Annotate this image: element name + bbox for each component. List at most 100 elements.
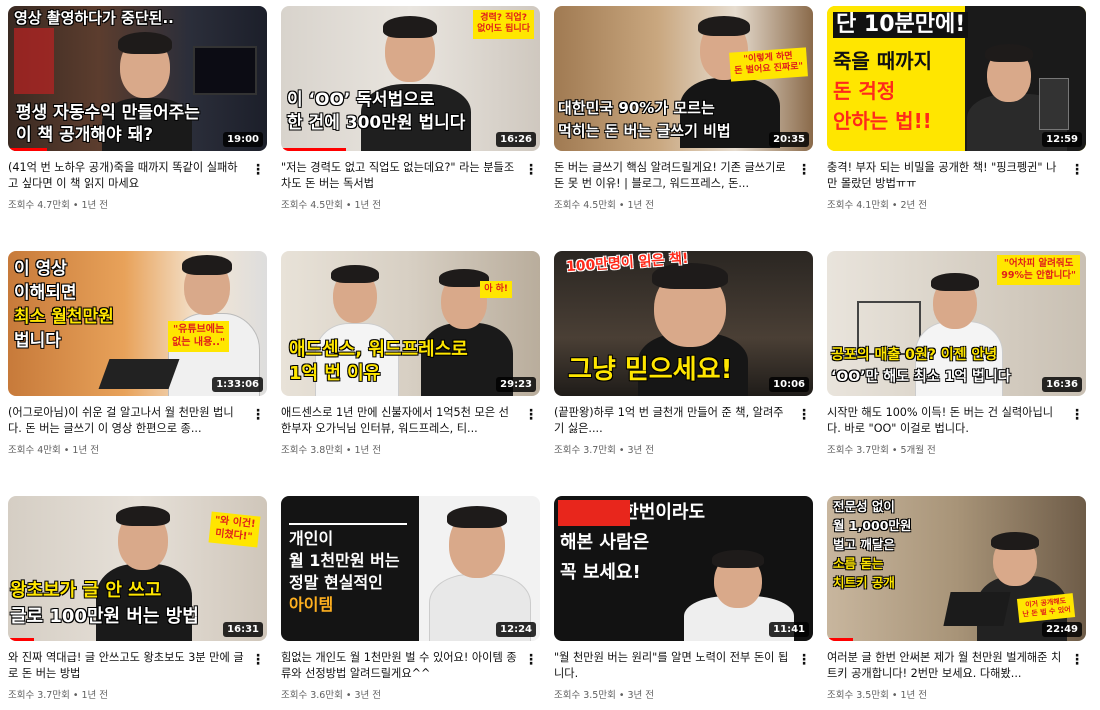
thumb-headline: 죽을 때까지 — [833, 49, 932, 73]
video-stats: 조회수 3.8만회 • 1년 전 — [281, 445, 382, 456]
duration-badge: 10:06 — [769, 377, 809, 392]
video-thumbnail[interactable]: 100만명이 읽은 책! 그냥 믿으세요! 10:06 — [554, 251, 813, 396]
video-thumbnail[interactable]: 이 영상 이해되면 최소 월천만원 법니다 "유튜브에는 없는 내용.." 1:… — [8, 251, 267, 396]
more-options-icon[interactable]: ⋮ — [524, 160, 538, 180]
watch-progress-bar — [8, 148, 47, 151]
video-thumbnail[interactable]: 개인이 월 1천만원 버는 정말 현실적인 아이템 12:24 — [281, 496, 540, 641]
video-stats: 조회수 4만회 • 1년 전 — [8, 445, 99, 456]
callout-badge: "이렇게 하면 돈 벌어요 진짜로" — [729, 47, 808, 82]
thumb-headline: 해본 사람은 — [560, 532, 650, 553]
video-title[interactable]: 힘없는 개인도 월 1천만원 벌 수 있어요! 아이템 종류와 선정방법 알려드… — [281, 650, 518, 682]
thumb-headline: 법니다 — [14, 331, 61, 351]
video-stats: 조회수 3.5만회 • 1년 전 — [827, 690, 928, 701]
thumb-headline: 단 10분만에! — [833, 12, 969, 38]
more-options-icon[interactable]: ⋮ — [251, 650, 265, 670]
callout-badge: "유튜브에는 없는 내용.." — [168, 321, 230, 352]
video-thumbnail[interactable]: "어차피 알려줘도 99%는 안합니다" 공포의 매출 0원? 이젠 안녕 ‘O… — [827, 251, 1086, 396]
video-stats: 조회수 4.7만회 • 1년 전 — [8, 200, 109, 211]
more-options-icon[interactable]: ⋮ — [251, 405, 265, 425]
video-title[interactable]: 와 진짜 역대급! 글 안쓰고도 왕초보도 3분 만에 글로 돈 버는 방법 — [8, 650, 245, 682]
more-options-icon[interactable]: ⋮ — [1070, 160, 1084, 180]
more-options-icon[interactable]: ⋮ — [797, 160, 811, 180]
callout-badge: "어차피 알려줘도 99%는 안합니다" — [997, 255, 1080, 285]
laptop-image — [943, 592, 1011, 626]
thumb-headline: 이 영상 — [14, 259, 67, 279]
video-card[interactable]: 이 영상 이해되면 최소 월천만원 법니다 "유튜브에는 없는 내용.." 1:… — [8, 251, 267, 456]
video-title[interactable]: (어그로아님)이 쉬운 걸 알고나서 월 천만원 법니다. 돈 버는 글쓰기 이… — [8, 405, 245, 437]
video-stats: 조회수 3.7만회 • 3년 전 — [554, 445, 655, 456]
thumb-headline: 최소 월천만원 — [14, 307, 114, 327]
video-card[interactable]: 영상 촬영하다가 중단된.. 평생 자동수익 만들어주는 이 책 공개해야 돼?… — [8, 6, 267, 211]
video-card[interactable]: "이렇게 하면 돈 벌어요 진짜로" 대한민국 90%가 모르는 먹히는 돈 버… — [554, 6, 813, 211]
duration-badge: 1:33:06 — [212, 377, 263, 392]
thumb-headline: ‘OO’만 해도 최소 1억 법니다 — [831, 369, 1011, 385]
video-title[interactable]: (끝판왕)하루 1억 번 글천개 만들어 준 책, 알려주기 싫은.... — [554, 405, 791, 437]
video-thumbnail[interactable]: 영상 촬영하다가 중단된.. 평생 자동수익 만들어주는 이 책 공개해야 돼?… — [8, 6, 267, 151]
thumb-headline: 공포의 매출 0원? 이젠 안녕 — [831, 347, 998, 363]
duration-badge: 19:00 — [223, 132, 263, 147]
video-card[interactable]: 단 10분만에! 죽을 때까지 돈 걱정 안하는 법!! 12:59 충격! 부… — [827, 6, 1086, 211]
video-stats: 조회수 4.1만회 • 2년 전 — [827, 200, 928, 211]
video-card[interactable]: 경력? 직업? 없어도 됩니다 이 ‘OO’ 독서법으로 한 건에 300만원 … — [281, 6, 540, 211]
video-card[interactable]: "와 이건! 미쳤다!" 왕초보가 글 안 쓰고 글로 100만원 버는 방법 … — [8, 496, 267, 701]
video-title[interactable]: (41억 번 노하우 공개)죽을 때까지 똑같이 실패하고 싶다면 이 책 읽지… — [8, 160, 245, 192]
video-card[interactable]: 전문성 없이 월 1,000만원 벌고 깨달은 소름 돋는 치트키 공개 이거 … — [827, 496, 1086, 701]
more-options-icon[interactable]: ⋮ — [524, 405, 538, 425]
thumb-headline: 전문성 없이 — [833, 499, 895, 514]
duration-badge: 16:31 — [223, 622, 263, 637]
video-stats: 조회수 3.6만회 • 3년 전 — [281, 690, 382, 701]
video-thumbnail[interactable]: "이렇게 하면 돈 벌어요 진짜로" 대한민국 90%가 모르는 먹히는 돈 버… — [554, 6, 813, 151]
video-title[interactable]: "저는 경력도 없고 직업도 없는데요?" 라는 분들조차도 돈 버는 독서법 — [281, 160, 518, 192]
thumb-headline: 영상 촬영하다가 중단된.. — [14, 9, 174, 27]
more-options-icon[interactable]: ⋮ — [1070, 405, 1084, 425]
duration-badge: 11:41 — [769, 622, 809, 637]
duration-badge: 12:24 — [496, 622, 536, 637]
video-title[interactable]: "월 천만원 버는 원리"를 알면 노력이 전부 돈이 됩니다. — [554, 650, 791, 682]
thumb-headline: 글로 100만원 버는 방법 — [10, 606, 199, 627]
more-options-icon[interactable]: ⋮ — [797, 405, 811, 425]
video-title[interactable]: 여러분 글 한번 안써본 제가 월 천만원 벌게해준 치트키 공개합니다! 2번… — [827, 650, 1064, 682]
watch-progress-bar — [827, 638, 853, 641]
thumb-headline: 꼭 보세요! — [560, 562, 641, 583]
more-options-icon[interactable]: ⋮ — [1070, 650, 1084, 670]
video-thumbnail[interactable]: 경력? 직업? 없어도 됩니다 이 ‘OO’ 독서법으로 한 건에 300만원 … — [281, 6, 540, 151]
video-title[interactable]: 시작만 해도 100% 이득! 돈 버는 건 실력아닙니다. 바로 "OO" 이… — [827, 405, 1064, 437]
thumb-headline: 벌고 깨달은 — [833, 537, 895, 552]
video-stats: 조회수 4.5만회 • 1년 전 — [281, 200, 382, 211]
thumb-headline: 정말 현실적인 — [289, 573, 383, 592]
video-card[interactable]: "어차피 알려줘도 99%는 안합니다" 공포의 매출 0원? 이젠 안녕 ‘O… — [827, 251, 1086, 456]
video-thumbnail[interactable]: 아 하! 애드센스, 워드프레스로 1억 번 이유 29:23 — [281, 251, 540, 396]
video-thumbnail[interactable]: 돈 걱정 한번이라도 해본 사람은 꼭 보세요! 11:41 — [554, 496, 813, 641]
watch-progress-bar — [8, 638, 34, 641]
thumb-headline: 개인이 — [289, 529, 334, 548]
video-thumbnail[interactable]: 단 10분만에! 죽을 때까지 돈 걱정 안하는 법!! 12:59 — [827, 6, 1086, 151]
video-card[interactable]: 돈 걱정 한번이라도 해본 사람은 꼭 보세요! 11:41 "월 천만원 버는… — [554, 496, 813, 701]
thumb-headline: 월 1천만원 버는 — [289, 551, 400, 570]
video-thumbnail[interactable]: "와 이건! 미쳤다!" 왕초보가 글 안 쓰고 글로 100만원 버는 방법 … — [8, 496, 267, 641]
video-card[interactable]: 100만명이 읽은 책! 그냥 믿으세요! 10:06 (끝판왕)하루 1억 번… — [554, 251, 813, 456]
thumb-headline: 안하는 법!! — [833, 109, 932, 133]
duration-badge: 29:23 — [496, 377, 536, 392]
thumb-headline: 월 1,000만원 — [833, 518, 912, 533]
video-stats: 조회수 3.7만회 • 5개월 전 — [827, 445, 936, 456]
thumb-headline: 이해되면 — [14, 283, 77, 303]
thumb-headline: 치트키 공개 — [833, 575, 895, 590]
duration-badge: 16:36 — [1042, 377, 1082, 392]
duration-badge: 16:26 — [496, 132, 536, 147]
video-title[interactable]: 애드센스로 1년 만에 신불자에서 1억5천 모은 선한부자 오가닉님 인터뷰,… — [281, 405, 518, 437]
video-card[interactable]: 아 하! 애드센스, 워드프레스로 1억 번 이유 29:23 애드센스로 1년… — [281, 251, 540, 456]
video-card[interactable]: 개인이 월 1천만원 버는 정말 현실적인 아이템 12:24 힘없는 개인도 … — [281, 496, 540, 701]
video-stats: 조회수 3.7만회 • 1년 전 — [8, 690, 109, 701]
watch-progress-bar — [281, 148, 346, 151]
thumb-headline: 돈 걱정 — [833, 79, 896, 103]
duration-badge: 20:35 — [769, 132, 809, 147]
more-options-icon[interactable]: ⋮ — [524, 650, 538, 670]
thumb-headline: 평생 자동수익 만들어주는 — [16, 103, 200, 123]
thumb-headline: 애드센스, 워드프레스로 — [289, 339, 468, 360]
more-options-icon[interactable]: ⋮ — [797, 650, 811, 670]
book-image — [1039, 78, 1069, 130]
more-options-icon[interactable]: ⋮ — [251, 160, 265, 180]
video-title[interactable]: 돈 버는 글쓰기 핵심 알려드릴게요! 기존 글쓰기로 돈 못 번 이유! | … — [554, 160, 791, 192]
video-title[interactable]: 충격! 부자 되는 비밀을 공개한 책! "핑크펭귄" 나만 몰랐던 방법ㅠㅠ — [827, 160, 1064, 192]
video-thumbnail[interactable]: 전문성 없이 월 1,000만원 벌고 깨달은 소름 돋는 치트키 공개 이거 … — [827, 496, 1086, 641]
